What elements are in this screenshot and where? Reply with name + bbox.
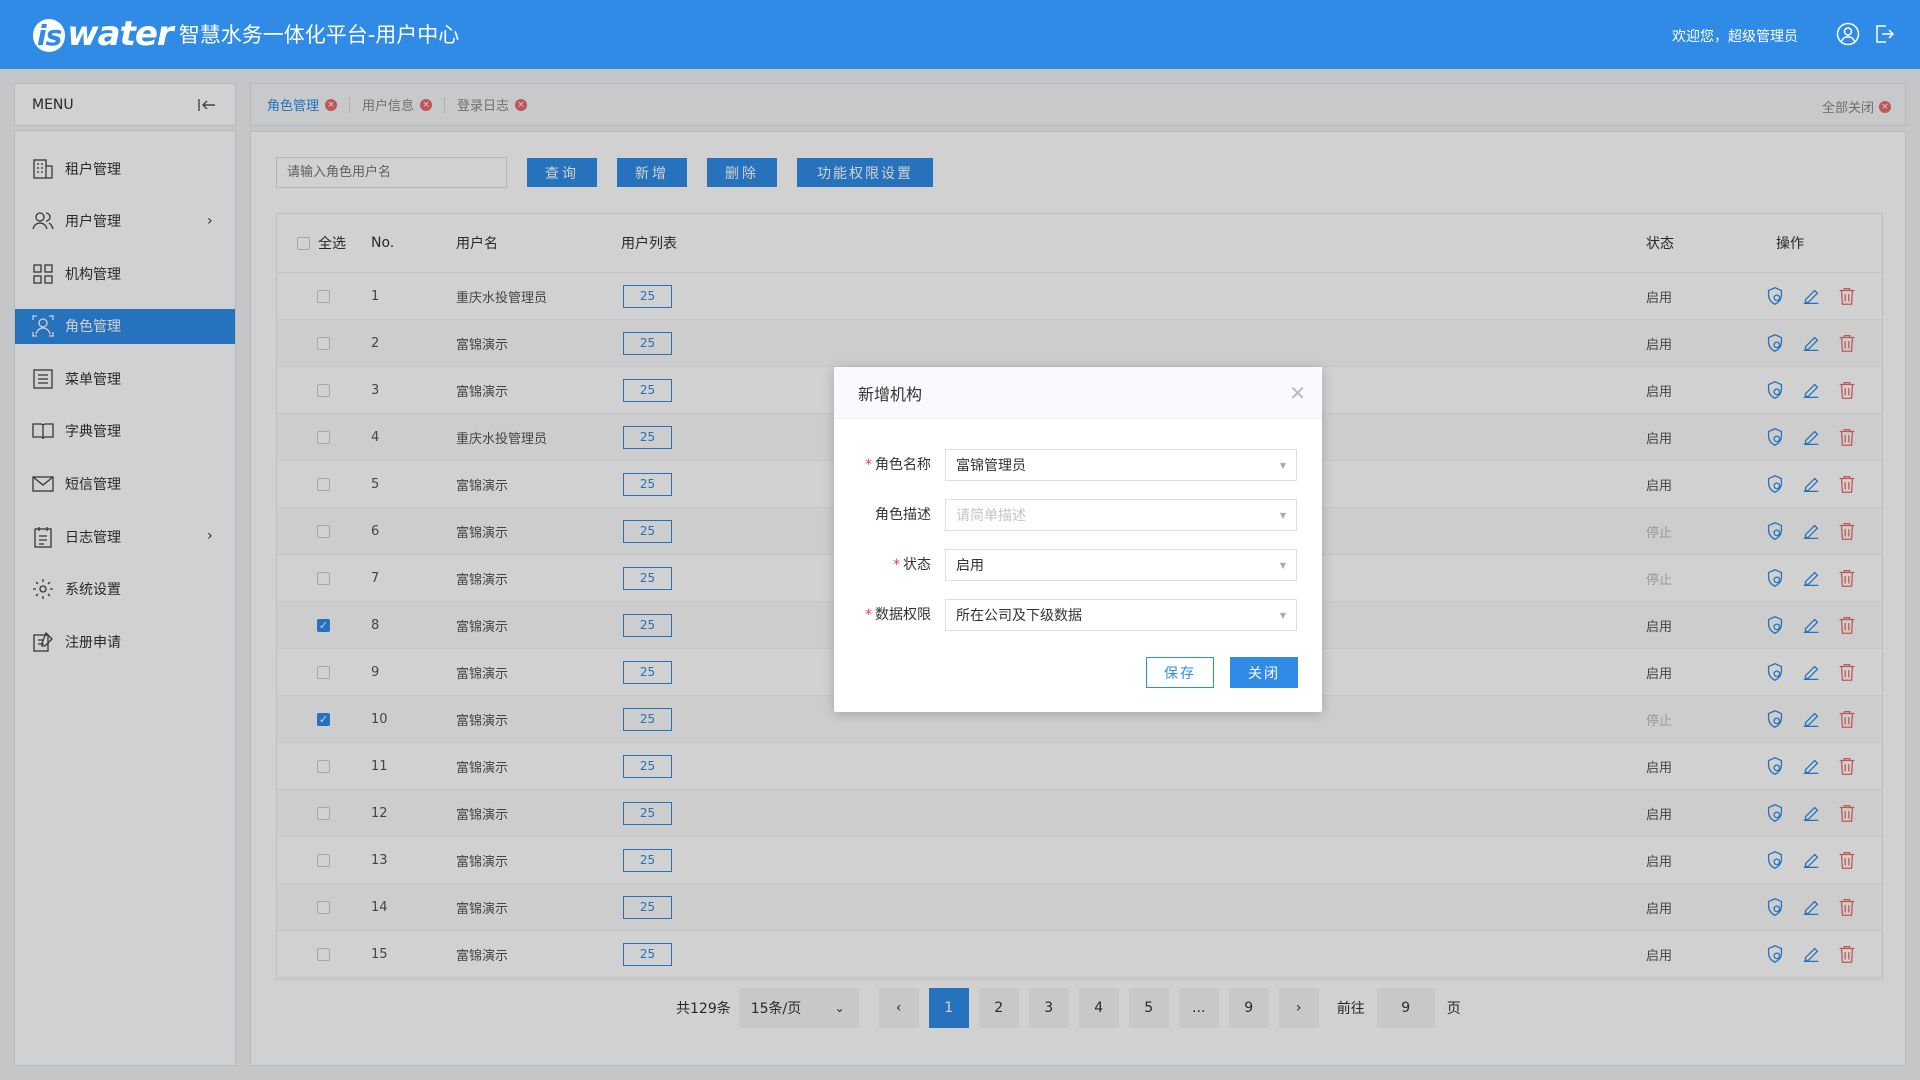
modal-header: 新增机构 ✕ <box>834 367 1322 419</box>
form-row: * 数据权限 所在公司及下级数据 ▼ <box>834 599 1322 649</box>
field-label: * 数据权限 <box>865 607 931 623</box>
field-value: 请简单描述 <box>956 508 1026 524</box>
field-label: 角色描述 <box>875 507 931 523</box>
form-row: * 角色名称 富锦管理员 ▼ <box>834 449 1322 499</box>
field-value: 富锦管理员 <box>956 458 1026 474</box>
top-header: is water 智慧水务一体化平台-用户中心 欢迎您，超级管理员 <box>0 0 1920 69</box>
add-org-modal: 新增机构 ✕ * 角色名称 富锦管理员 ▼ 角色描述 请简单描述 ▼ * 状态 启用 ▼ * 数据… <box>834 367 1322 712</box>
caret-down-icon: ▼ <box>1279 610 1286 620</box>
caret-down-icon: ▼ <box>1279 510 1286 520</box>
field-select[interactable]: 启用 ▼ <box>945 549 1297 581</box>
field-select[interactable]: 请简单描述 ▼ <box>945 499 1297 531</box>
field-label: * 状态 <box>893 557 931 573</box>
field-select[interactable]: 富锦管理员 ▼ <box>945 449 1297 481</box>
save-button[interactable]: 保存 <box>1146 657 1214 688</box>
app-title: 智慧水务一体化平台-用户中心 <box>178 23 460 47</box>
field-label: * 角色名称 <box>865 457 931 473</box>
field-value: 所在公司及下级数据 <box>956 608 1082 624</box>
form-row: * 状态 启用 ▼ <box>834 549 1322 599</box>
logo: is water 智慧水务一体化平台-用户中心 <box>33 14 459 54</box>
logo-mark: is water <box>33 14 174 54</box>
close-button[interactable]: 关闭 <box>1230 657 1298 688</box>
close-icon[interactable]: ✕ <box>1289 381 1306 405</box>
user-profile-icon[interactable] <box>1836 22 1860 46</box>
field-select[interactable]: 所在公司及下级数据 ▼ <box>945 599 1297 631</box>
modal-title: 新增机构 <box>858 384 923 404</box>
logout-icon[interactable] <box>1872 22 1896 46</box>
form-row: 角色描述 请简单描述 ▼ <box>834 499 1322 549</box>
welcome-text: 欢迎您，超级管理员 <box>1672 29 1798 45</box>
field-value: 启用 <box>956 558 984 574</box>
modal-form: * 角色名称 富锦管理员 ▼ 角色描述 请简单描述 ▼ * 状态 启用 ▼ * 数据权限 所在公司… <box>834 419 1322 649</box>
caret-down-icon: ▼ <box>1279 460 1286 470</box>
modal-footer: 保存 关闭 <box>1130 657 1298 688</box>
caret-down-icon: ▼ <box>1279 560 1286 570</box>
